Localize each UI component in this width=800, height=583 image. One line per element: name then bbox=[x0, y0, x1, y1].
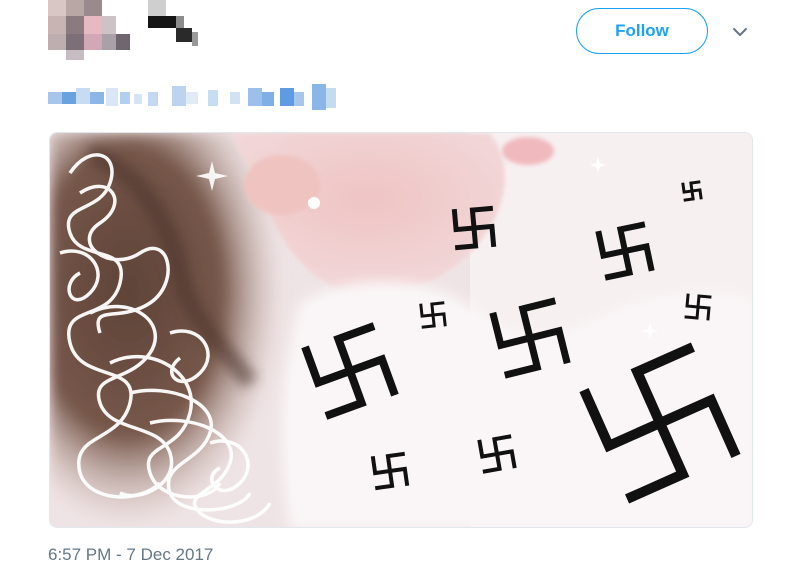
follow-button[interactable]: Follow bbox=[576, 8, 708, 54]
tweet-card: Follow 6:57 PM - 7 Dec 2017 bbox=[0, 0, 800, 583]
username-redacted[interactable] bbox=[48, 82, 338, 114]
tweet-timestamp[interactable]: 6:57 PM - 7 Dec 2017 bbox=[48, 545, 213, 565]
tweet-photo[interactable] bbox=[49, 132, 753, 528]
avatar[interactable] bbox=[48, 0, 136, 60]
chevron-down-icon[interactable] bbox=[730, 22, 750, 42]
display-name-redacted[interactable] bbox=[140, 0, 200, 52]
